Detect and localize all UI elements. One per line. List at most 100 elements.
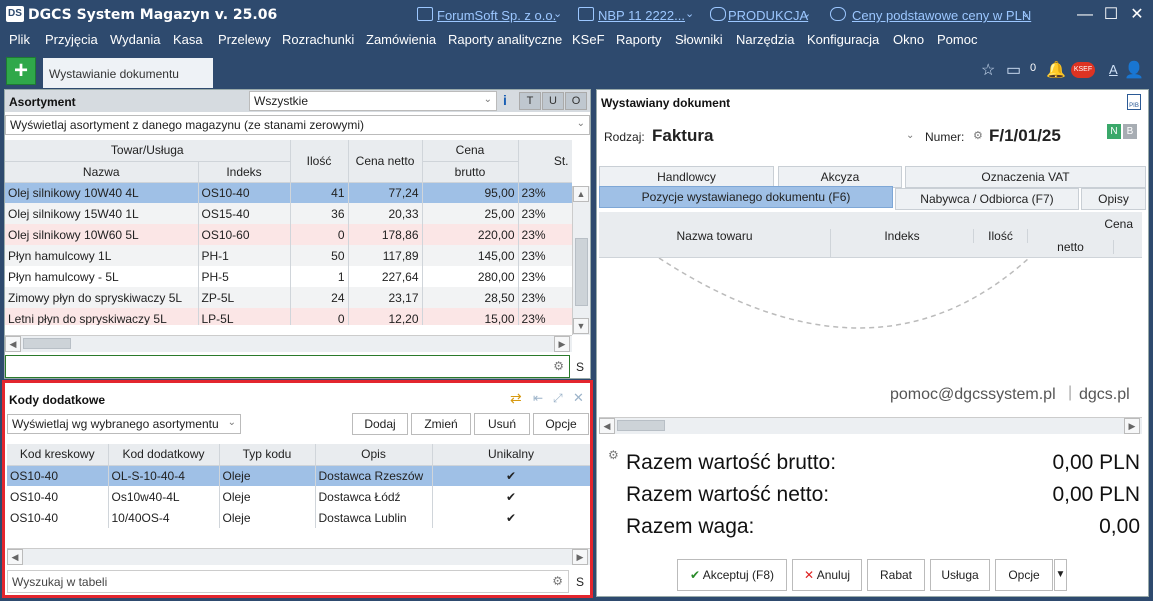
items-horizontal-scrollbar[interactable]: ◀ ▶	[599, 417, 1142, 434]
search-mode-s[interactable]: S	[576, 360, 584, 374]
filter-o-button[interactable]: O	[565, 92, 587, 110]
document-file-icon[interactable]: PIB	[1127, 94, 1141, 110]
gear-icon[interactable]: ⚙	[608, 448, 619, 462]
cell-unique-checkbox[interactable]: ✔	[432, 486, 590, 507]
bell-icon[interactable]: 🔔	[1046, 60, 1066, 80]
menu-slowniki[interactable]: Słowniki	[675, 32, 723, 47]
kody-search-mode-s[interactable]: S	[576, 575, 584, 589]
netto-toggle[interactable]: N	[1107, 124, 1121, 139]
cell-unique-checkbox[interactable]: ✔	[432, 507, 590, 528]
assortment-filter-select[interactable]: Wszystkie ⌄	[249, 91, 497, 111]
header-opis[interactable]: Opis	[315, 444, 433, 466]
scroll-thumb[interactable]	[23, 338, 71, 349]
header-indeks[interactable]: Indeks	[831, 229, 974, 243]
table-row[interactable]: OS10-40 Os10w40-4L Oleje Dostawca Łódź ✔	[7, 486, 590, 507]
table-row[interactable]: Olej silnikowy 15W40 1L OS15-40 36 20,33 25,…	[5, 203, 572, 224]
chevron-down-icon[interactable]: ⌄	[685, 7, 694, 20]
header-stawka[interactable]: St.	[518, 140, 572, 183]
table-row[interactable]: OS10-40 OL-S-10-40-4 Oleje Dostawca Rzeszów…	[7, 465, 590, 486]
scroll-up-icon[interactable]: ▲	[573, 186, 589, 202]
ksef-badge[interactable]: KSEF	[1071, 62, 1095, 78]
menu-raporty-analityczne[interactable]: Raporty analityczne	[448, 32, 562, 47]
more-dropdown-icon[interactable]: ▼	[1054, 559, 1067, 591]
accept-button[interactable]: ✔ Akceptuj (F8)	[677, 559, 787, 591]
document-options-button[interactable]: Opcje	[995, 559, 1053, 591]
header-kod-kreskowy[interactable]: Kod kreskowy	[7, 444, 109, 466]
menu-ksef[interactable]: KSeF	[572, 32, 605, 47]
table-row[interactable]: Letni płyn do spryskiwaczy 5L LP-5L 0 12,20…	[5, 308, 572, 325]
menu-raporty[interactable]: Raporty	[616, 32, 662, 47]
kody-mode-select[interactable]: Wyświetlaj wg wybranego asortymentu ⌄	[7, 414, 241, 434]
service-button[interactable]: Usługa	[930, 559, 990, 591]
document-number[interactable]: F/1/01/25	[989, 126, 1061, 146]
company-link[interactable]: ForumSoft Sp. z o.o.	[437, 8, 556, 23]
menu-kasa[interactable]: Kasa	[173, 32, 203, 47]
scroll-left-icon[interactable]: ◀	[599, 418, 615, 434]
chevron-down-icon[interactable]: ⌄	[553, 7, 562, 20]
tab-akcyza[interactable]: Akcyza	[778, 166, 902, 188]
menu-zamowienia[interactable]: Zamówienia	[366, 32, 436, 47]
edit-code-button[interactable]: Zmień	[411, 413, 471, 435]
header-nazwa[interactable]: Nazwa	[5, 161, 199, 183]
filter-t-button[interactable]: T	[519, 92, 541, 110]
assortment-mode-select[interactable]: Wyświetlaj asortyment z danego magazynu …	[5, 115, 590, 135]
assortment-search-input[interactable]: ⚙	[5, 355, 570, 378]
menu-pomoc[interactable]: Pomoc	[937, 32, 977, 47]
brutto-toggle[interactable]: B	[1123, 124, 1137, 139]
scroll-down-icon[interactable]: ▼	[573, 318, 589, 334]
menu-wydania[interactable]: Wydania	[110, 32, 160, 47]
table-row[interactable]: Olej silnikowy 10W60 5L OS10-60 0 178,86 220…	[5, 224, 572, 245]
filter-u-button[interactable]: U	[542, 92, 564, 110]
delete-code-button[interactable]: Usuń	[474, 413, 530, 435]
scroll-thumb[interactable]	[617, 420, 665, 431]
website-link[interactable]: dgcs.pl	[1079, 386, 1130, 404]
menu-narzedzia[interactable]: Narzędzia	[736, 32, 795, 47]
table-row[interactable]: Płyn hamulcowy 1L PH-1 50 117,89 145,00 23%	[5, 245, 572, 266]
header-nazwa-towaru[interactable]: Nazwa towaru	[599, 229, 831, 258]
chevron-down-icon[interactable]: ⌄	[1021, 7, 1030, 20]
scroll-left-icon[interactable]: ◀	[5, 336, 21, 352]
header-brutto[interactable]: brutto	[422, 161, 519, 183]
refresh-icon[interactable]: ⇄	[510, 390, 522, 407]
header-cena-netto[interactable]: Cena netto	[348, 140, 423, 183]
expand-icon[interactable]: ⤢	[553, 391, 563, 406]
assortment-vertical-scrollbar[interactable]: ▲ ▼	[572, 186, 590, 335]
menu-rozrachunki[interactable]: Rozrachunki	[282, 32, 354, 47]
gear-icon[interactable]: ⚙	[552, 574, 563, 588]
header-kod-dodatkowy[interactable]: Kod dodatkowy	[108, 444, 220, 466]
cell-unique-checkbox[interactable]: ✔	[432, 465, 590, 486]
menu-przelewy[interactable]: Przelewy	[218, 32, 271, 47]
assortment-horizontal-scrollbar[interactable]: ◀ ▶	[5, 335, 572, 352]
price-list-link[interactable]: Ceny podstawowe ceny w PLN	[852, 8, 1031, 23]
tab-opisy[interactable]: Opisy	[1081, 188, 1146, 210]
font-size-toggle[interactable]: A	[1109, 62, 1118, 77]
support-email[interactable]: pomoc@dgcssystem.pl	[890, 386, 1056, 404]
header-ilosc[interactable]: Ilość	[974, 229, 1028, 243]
add-code-button[interactable]: Dodaj	[352, 413, 408, 435]
kody-horizontal-scrollbar[interactable]: ◀ ▶	[7, 548, 590, 565]
tab-wystawianie-dokumentu[interactable]: Wystawianie dokumentu	[43, 58, 213, 88]
menu-konfiguracja[interactable]: Konfiguracja	[807, 32, 879, 47]
scroll-right-icon[interactable]: ▶	[554, 336, 570, 352]
scroll-right-icon[interactable]: ▶	[572, 549, 588, 565]
new-document-button[interactable]: +	[6, 57, 36, 85]
gear-icon[interactable]: ⚙	[553, 359, 564, 373]
scroll-right-icon[interactable]: ▶	[1124, 418, 1140, 434]
document-kind[interactable]: Faktura	[652, 126, 713, 146]
user-icon[interactable]: 👤	[1124, 60, 1144, 80]
info-icon[interactable]: i	[503, 92, 507, 108]
chevron-down-icon[interactable]: ⌄	[802, 7, 811, 20]
close-icon[interactable]: ✕	[1126, 4, 1148, 26]
maximize-icon[interactable]: ☐	[1100, 4, 1122, 26]
close-icon[interactable]: ✕	[573, 390, 584, 406]
table-row[interactable]: Płyn hamulcowy - 5L PH-5 1 227,64 280,00 23%	[5, 266, 572, 287]
tab-oznaczenia-vat[interactable]: Oznaczenia VAT	[905, 166, 1146, 188]
discount-button[interactable]: Rabat	[867, 559, 925, 591]
tab-handlowcy[interactable]: Handlowcy	[599, 166, 774, 188]
table-row[interactable]: Olej silnikowy 10W40 4L OS10-40 41 77,24 95,…	[5, 182, 572, 203]
header-typ-kodu[interactable]: Typ kodu	[219, 444, 316, 466]
monitor-icon[interactable]: ▭	[1006, 60, 1021, 80]
tab-nabywca[interactable]: Nabywca / Odbiorca (F7)	[895, 188, 1079, 210]
scroll-thumb[interactable]	[575, 238, 588, 306]
star-icon[interactable]: ☆	[981, 60, 995, 80]
